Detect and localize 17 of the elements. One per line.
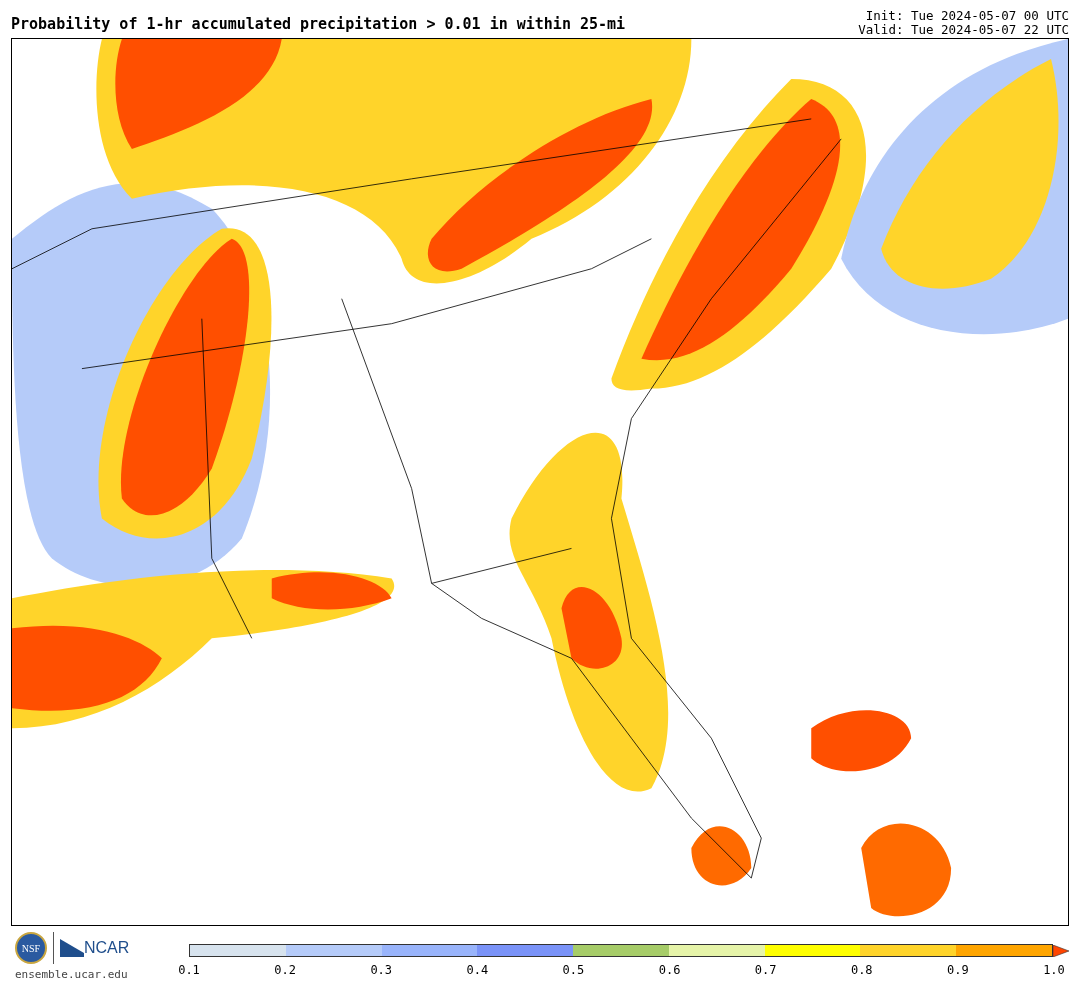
tick-label: 0.3 [369, 963, 394, 977]
nsf-logo: NSF [15, 932, 47, 964]
tick-label: 0.8 [849, 963, 874, 977]
tick-label: 0.9 [946, 963, 970, 977]
ncar-logo: NCAR [84, 939, 130, 957]
tick-label: 0.7 [753, 963, 778, 977]
valid-time: Valid: Tue 2024-05-07 22 UTC [858, 23, 1069, 37]
tick-label: 0.6 [657, 963, 682, 977]
init-time: Init: Tue 2024-05-07 00 UTC [864, 9, 1069, 23]
tick-label: 0.4 [465, 963, 490, 977]
site-url: ensemble.ucar.edu [15, 968, 128, 981]
tick-label: 0.1 [177, 963, 201, 977]
chart-title: Probability of 1-hr accumulated precipitation > 0.01 in within 25-mi [11, 15, 626, 35]
tick-label: 0.5 [561, 963, 586, 977]
tick-label: 0.2 [273, 963, 297, 977]
ncar-emblem-icon [60, 939, 84, 957]
tick-label: 1.0 [1042, 963, 1066, 977]
